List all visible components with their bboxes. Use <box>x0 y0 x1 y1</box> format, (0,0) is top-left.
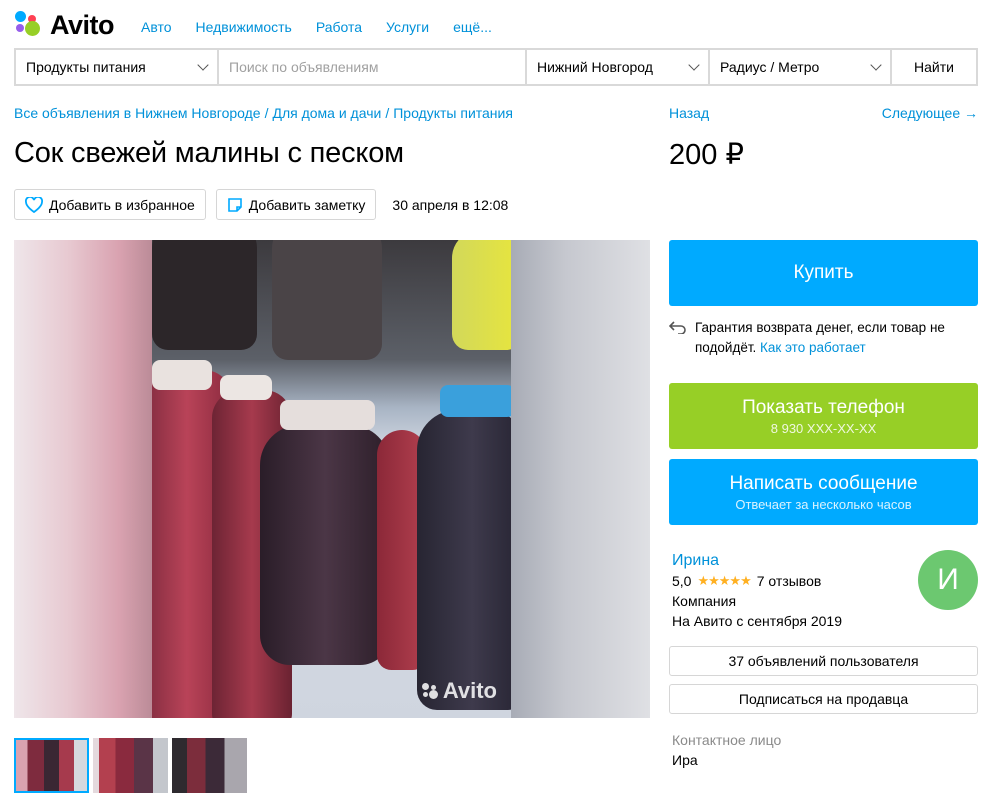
masked-phone: 8 930 XXX-XX-XX <box>770 420 877 436</box>
photo-gallery[interactable]: Avito <box>14 240 650 718</box>
breadcrumb-all-listings[interactable]: Все объявления в Нижнем Новгороде <box>14 105 261 121</box>
gallery-blur-left <box>14 240 154 718</box>
subscribe-seller-button[interactable]: Подписаться на продавца <box>669 684 978 714</box>
buy-button[interactable]: Купить <box>669 240 978 306</box>
watermark-text: Avito <box>442 678 497 703</box>
city-select[interactable]: Нижний Новгород <box>527 50 708 84</box>
thumbnail-2[interactable] <box>93 738 168 793</box>
chevron-down-icon <box>870 59 882 71</box>
city-select-value: Нижний Новгород <box>537 59 653 75</box>
how-it-works-link[interactable]: Как это работает <box>760 340 866 355</box>
add-favorite-button[interactable]: Добавить в избранное <box>14 189 206 220</box>
back-link[interactable]: Назад <box>669 105 709 121</box>
heart-icon <box>25 196 43 213</box>
contact-label: Контактное лицо <box>672 732 782 748</box>
add-favorite-label: Добавить в избранное <box>49 196 195 213</box>
logo-dots-icon <box>421 683 438 699</box>
thumbnail-1[interactable] <box>14 738 89 793</box>
avatar[interactable]: И <box>918 550 978 610</box>
show-phone-button[interactable]: Показать телефон 8 930 XXX-XX-XX <box>669 383 978 449</box>
seller-listings-button[interactable]: 37 объявлений пользователя <box>669 646 978 676</box>
nav-services[interactable]: Услуги <box>386 19 429 35</box>
seller-since: На Авито с сентября 2019 <box>672 613 842 629</box>
nav-jobs[interactable]: Работа <box>316 19 362 35</box>
add-note-button[interactable]: Добавить заметку <box>215 189 377 220</box>
note-icon <box>227 197 242 212</box>
category-select[interactable]: Продукты питания <box>16 50 217 84</box>
price: 200 ₽ <box>669 139 744 171</box>
nav-auto[interactable]: Авто <box>141 19 172 35</box>
rating-value: 5,0 <box>672 573 692 589</box>
top-nav: Авто Недвижимость Работа Услуги ещё... <box>141 19 492 35</box>
write-message-label: Написать сообщение <box>729 472 918 494</box>
page-title: Сок свежей малины с песком <box>14 137 404 169</box>
nav-realty[interactable]: Недвижимость <box>196 19 292 35</box>
listing-date: 30 апреля в 12:08 <box>392 196 509 213</box>
search-input[interactable]: Поиск по объявлениям <box>219 50 525 84</box>
logo-text: Avito <box>50 9 115 40</box>
search-bar: Продукты питания Поиск по объявлениям Ни… <box>14 48 978 86</box>
radius-select-value: Радиус / Метро <box>720 59 820 75</box>
star-rating-icon: ★★★★★ <box>697 573 751 588</box>
category-select-value: Продукты питания <box>26 59 146 75</box>
avito-logo[interactable]: Avito <box>14 9 115 40</box>
return-arrow-icon <box>669 321 686 334</box>
listing-actions: Добавить в избранное Добавить заметку 30… <box>14 189 508 220</box>
money-back-guarantee: Гарантия возврата денег, если товар не п… <box>669 318 978 358</box>
contact-person: Контактное лицо Ира <box>672 730 781 770</box>
breadcrumb-home-garden[interactable]: Для дома и дачи <box>272 105 381 121</box>
write-message-button[interactable]: Написать сообщение Отвечает за несколько… <box>669 459 978 525</box>
reviews-count[interactable]: 7 отзывов <box>757 571 822 591</box>
breadcrumb-food[interactable]: Продукты питания <box>393 105 513 121</box>
seller-name[interactable]: Ирина <box>672 552 719 569</box>
breadcrumb: Все объявления в Нижнем Новгороде / Для … <box>14 105 513 121</box>
nav-more[interactable]: ещё... <box>453 19 492 35</box>
gallery-blur-right <box>510 240 650 718</box>
thumbnail-3[interactable] <box>172 738 247 793</box>
next-link[interactable]: Следующее → <box>882 105 978 121</box>
photo-watermark: Avito <box>421 678 497 704</box>
show-phone-label: Показать телефон <box>742 396 905 418</box>
contact-name: Ира <box>672 752 698 768</box>
chevron-down-icon <box>197 59 209 71</box>
response-time: Отвечает за несколько часов <box>735 496 912 512</box>
top-bar: Avito Авто Недвижимость Работа Услуги ещ… <box>14 10 984 42</box>
add-note-label: Добавить заметку <box>248 196 366 213</box>
thumbnail-strip <box>14 738 247 793</box>
logo-dots-icon <box>14 10 44 40</box>
chevron-down-icon <box>688 59 700 71</box>
main-photo: Avito <box>152 240 511 718</box>
search-button[interactable]: Найти <box>892 50 976 84</box>
radius-select[interactable]: Радиус / Метро <box>710 50 890 84</box>
